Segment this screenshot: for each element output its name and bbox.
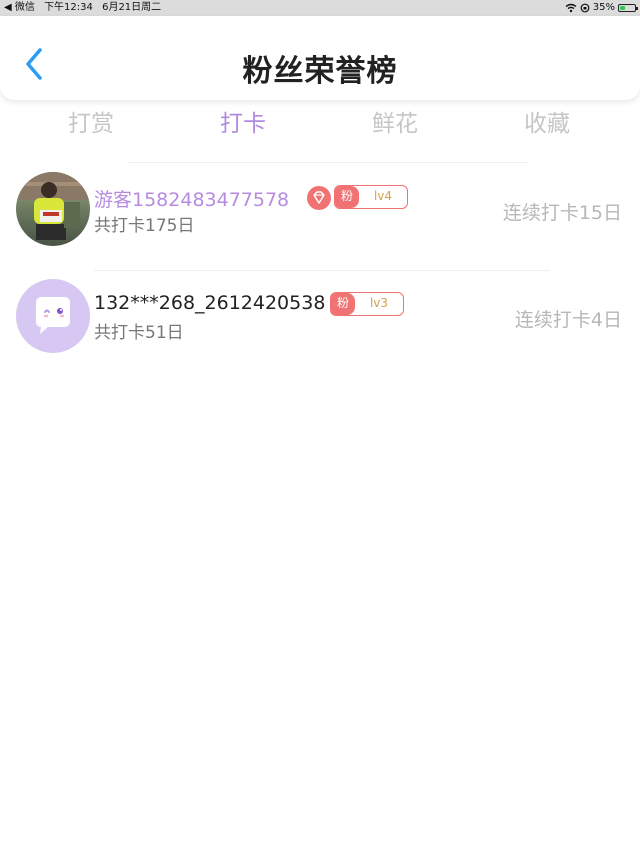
status-left: ◀ 微信 下午12:34 6月21日周二 [4, 0, 167, 16]
tab-bar: 打赏 打卡 鲜花 收藏 [0, 100, 640, 142]
back-to-app-link[interactable]: ◀ 微信 [4, 2, 35, 13]
status-bar: ◀ 微信 下午12:34 6月21日周二 35% [0, 0, 640, 16]
wifi-icon [565, 3, 577, 13]
tab-checkin[interactable]: 打卡 [193, 104, 293, 138]
battery-fill [620, 6, 625, 10]
rotation-lock-icon [580, 3, 590, 13]
list-item[interactable]: 游客1582483477578 粉 lv4 共打卡175日 连续打卡15日 [0, 163, 640, 263]
avatar[interactable] [16, 172, 90, 246]
chat-bubble-icon [36, 297, 70, 334]
user-name: 132***268_2612420538 [94, 292, 326, 314]
tab-flowers[interactable]: 鲜花 [345, 104, 445, 138]
user-name: 游客1582483477578 [94, 189, 290, 211]
battery-icon [618, 4, 638, 12]
total-checkins: 共打卡51日 [94, 323, 184, 343]
list-item[interactable]: 132***268_2612420538 粉 lv3 共打卡51日 连续打卡4日 [0, 270, 640, 370]
nav-header: 粉丝荣誉榜 [0, 16, 640, 100]
diamond-badge [307, 186, 331, 210]
fan-level: lv4 [373, 189, 393, 203]
tab-favorites[interactable]: 收藏 [497, 104, 597, 138]
battery-percent: 35% [592, 2, 615, 13]
fan-level-badge: 粉 lv3 [330, 292, 404, 316]
avatar[interactable] [16, 279, 90, 353]
status-right: 35% [565, 0, 638, 16]
streak-days: 连续打卡15日 [502, 202, 622, 224]
streak-days: 连续打卡4日 [514, 309, 622, 331]
fan-level-badge: 粉 lv4 [334, 185, 408, 209]
user-photo-icon [16, 172, 90, 240]
total-checkins: 共打卡175日 [94, 216, 195, 236]
fan-level: lv3 [369, 296, 389, 310]
fan-label: 粉 [335, 186, 359, 208]
status-time: 下午12:34 [44, 2, 93, 13]
tab-tips[interactable]: 打赏 [41, 104, 141, 138]
page-title: 粉丝荣誉榜 [242, 54, 398, 89]
fan-label: 粉 [331, 293, 355, 315]
status-date: 6月21日周二 [102, 2, 162, 13]
diamond-icon [313, 191, 325, 204]
